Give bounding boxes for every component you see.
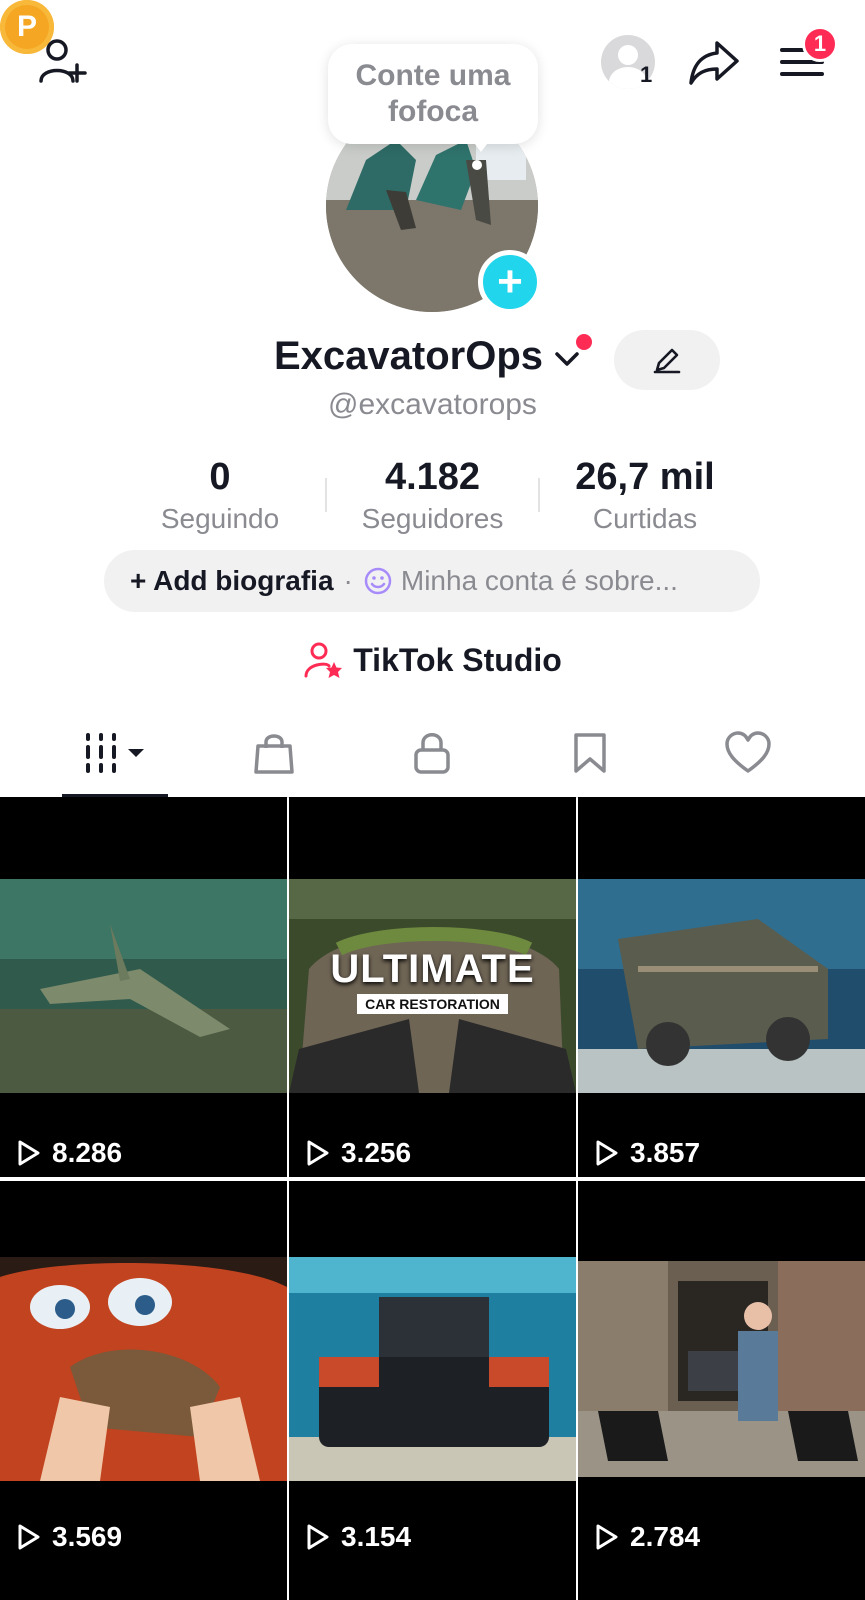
play-icon — [18, 1140, 40, 1166]
bookmark-icon — [574, 733, 606, 773]
thumbnail-title-sub: CAR RESTORATION — [357, 994, 508, 1014]
pencil-icon — [653, 348, 681, 374]
edit-profile-button[interactable] — [614, 330, 720, 390]
thumbnail-image — [0, 879, 287, 1093]
studio-label: TikTok Studio — [353, 641, 562, 678]
tab-shop[interactable] — [244, 728, 304, 778]
bio-separator: · — [343, 565, 353, 596]
thumbnail-title: ULTIMATE CAR RESTORATION — [289, 947, 576, 1014]
thumbnail-title-main: ULTIMATE — [330, 947, 535, 991]
grid-bars-icon — [86, 733, 144, 773]
view-count: 3.857 — [592, 1137, 700, 1169]
view-count-value: 3.154 — [341, 1521, 412, 1552]
stat-followers[interactable]: 4.182 Seguidores — [333, 456, 533, 535]
video-thumbnail-partial[interactable] — [0, 1560, 287, 1600]
chevron-down-icon[interactable] — [552, 344, 582, 374]
account-alert-dot — [576, 334, 592, 350]
view-count: 3.256 — [303, 1137, 411, 1169]
play-icon — [18, 1524, 40, 1550]
play-icon — [596, 1140, 618, 1166]
thumbnail-image — [578, 879, 865, 1093]
video-thumbnail[interactable]: 3.154 — [289, 1181, 576, 1561]
stat-label: Seguindo — [160, 502, 280, 534]
add-story-plus-button[interactable]: + — [478, 250, 542, 314]
video-thumbnail[interactable]: 8.286 — [0, 797, 287, 1177]
video-thumbnail[interactable]: ULTIMATE CAR RESTORATION 3.256 — [289, 797, 576, 1177]
heart-icon — [725, 731, 771, 773]
view-count-value: 8.286 — [52, 1137, 123, 1168]
stat-value: 0 — [209, 455, 231, 498]
username[interactable]: ExcavatorOps — [274, 334, 543, 379]
thumbnail-image — [0, 1257, 287, 1481]
video-thumbnail-partial[interactable] — [578, 1560, 865, 1600]
tab-videos[interactable] — [82, 728, 152, 778]
play-icon — [307, 1524, 329, 1550]
stat-likes[interactable]: 26,7 mil Curtidas — [545, 456, 745, 535]
view-count-value: 3.857 — [630, 1137, 701, 1168]
tiktok-studio-link[interactable]: TikTok Studio — [0, 640, 865, 680]
shopping-bag-icon — [254, 734, 294, 774]
view-count: 3.569 — [14, 1521, 122, 1553]
bubble-text: Conte uma fofoca — [355, 59, 511, 128]
tab-saved[interactable] — [560, 728, 620, 778]
video-grid: 8.286 ULTIMATE CAR RESTORATION 3.256 3.8… — [0, 797, 865, 1561]
view-count-value: 3.569 — [52, 1521, 123, 1552]
bubble-dot — [472, 160, 482, 170]
tab-private[interactable] — [402, 728, 462, 778]
thumbnail-image — [289, 1257, 576, 1481]
smiley-icon — [364, 567, 392, 595]
view-count: 3.154 — [303, 1521, 411, 1553]
stat-label: Seguidores — [361, 502, 504, 534]
stat-divider — [325, 478, 328, 512]
username-row: ExcavatorOps — [0, 330, 865, 394]
studio-person-star-icon — [304, 642, 343, 678]
tab-liked[interactable] — [718, 728, 778, 778]
status-bubble[interactable]: Conte uma fofoca — [328, 44, 538, 144]
video-thumbnail[interactable]: 2.784 — [578, 1181, 865, 1561]
video-thumbnail[interactable]: 3.569 — [0, 1181, 287, 1561]
thumbnail-image — [578, 1261, 865, 1477]
add-bio-button[interactable]: + Add biografia · Minha conta é sobre... — [104, 550, 760, 612]
view-count-value: 3.256 — [341, 1137, 412, 1168]
lock-icon — [414, 733, 450, 774]
bio-hint: Minha conta é sobre... — [400, 565, 678, 596]
add-bio-label: + Add biografia — [130, 565, 334, 596]
stat-following[interactable]: 0 Seguindo — [120, 456, 320, 535]
view-count: 8.286 — [14, 1137, 122, 1169]
stat-label: Curtidas — [592, 502, 698, 534]
play-icon — [307, 1140, 329, 1166]
notification-badge: 1 — [802, 26, 838, 62]
stat-value: 4.182 — [384, 455, 481, 498]
view-count: 2.784 — [592, 1521, 700, 1553]
stat-value: 26,7 mil — [575, 455, 715, 498]
play-icon — [596, 1524, 618, 1550]
next-row-partial — [0, 1560, 865, 1600]
add-friend-icon[interactable] — [30, 30, 94, 94]
profile-stats: 0 Seguindo 4.182 Seguidores 26,7 mil Cur… — [120, 450, 745, 540]
bubble-tail — [472, 140, 490, 152]
share-icon[interactable] — [682, 30, 746, 94]
view-count-value: 2.784 — [630, 1521, 701, 1552]
user-handle: @excavatorops — [328, 388, 537, 421]
account-count: 1 — [640, 62, 653, 87]
video-thumbnail[interactable]: 3.857 — [578, 797, 865, 1177]
stat-divider — [537, 478, 540, 512]
profile-tabs — [0, 708, 865, 798]
video-thumbnail-partial[interactable] — [289, 1560, 576, 1600]
